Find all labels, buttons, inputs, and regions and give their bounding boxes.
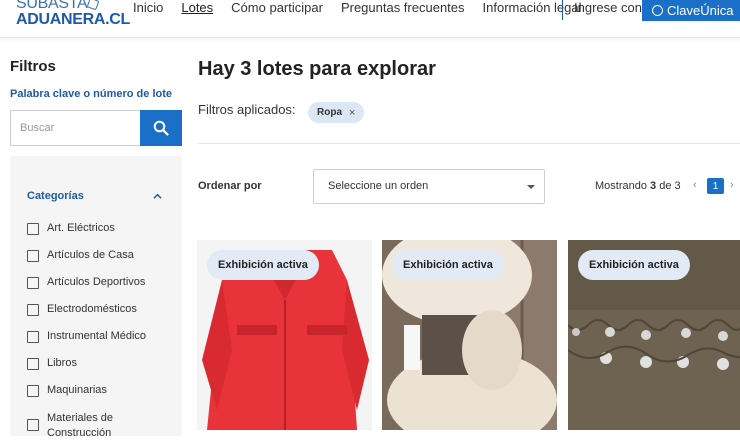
checkbox[interactable] <box>27 250 39 262</box>
checkbox[interactable] <box>27 304 39 316</box>
category-label: Artículos Deportivos <box>47 276 146 288</box>
lot-card[interactable]: Exhibición activa <box>382 240 557 430</box>
site-logo[interactable]: SUBASTA ADUANERA.CL <box>16 0 130 28</box>
showing-total: 3 <box>674 180 681 192</box>
category-item[interactable]: Instrumental Médico <box>27 330 146 357</box>
login-label: Ingrese con <box>574 0 642 15</box>
nav-preguntas-frecuentes[interactable]: Preguntas frecuentes <box>341 0 465 15</box>
checkbox[interactable] <box>27 277 39 289</box>
showing-count: 3 <box>650 180 657 192</box>
lot-card[interactable]: Exhibición activa <box>197 240 372 430</box>
search-button[interactable] <box>140 110 182 146</box>
sort-select-value: Seleccione un orden <box>328 180 429 192</box>
close-icon[interactable]: × <box>349 107 355 119</box>
search-input[interactable]: Buscar <box>10 110 140 146</box>
pagination-next[interactable]: › <box>730 179 734 191</box>
category-item[interactable]: Art. Eléctricos <box>27 222 146 249</box>
showing-prefix: Mostrando <box>595 180 647 192</box>
pagination-current-page[interactable]: 1 <box>707 178 724 194</box>
checkbox[interactable] <box>27 331 39 343</box>
category-label: Artículos de Casa <box>47 249 134 261</box>
category-item[interactable]: Maquinarias <box>27 384 146 411</box>
checkbox[interactable] <box>27 223 39 235</box>
chevron-down-icon <box>527 185 535 189</box>
category-item[interactable]: Materiales de Construcción <box>27 411 146 445</box>
checkbox[interactable] <box>27 385 39 397</box>
sort-select[interactable]: Seleccione un orden <box>313 169 545 204</box>
category-label: Instrumental Médico <box>47 330 147 342</box>
keyword-label: Palabra clave o número de lote <box>10 88 173 100</box>
applied-filters-label: Filtros aplicados: <box>198 102 296 117</box>
results-count: Mostrando 3 de 3 <box>595 180 681 192</box>
nav-divider <box>562 0 563 20</box>
lot-card[interactable]: Exhibición activa <box>568 240 740 430</box>
category-label: Materiales de Construcción <box>47 412 114 439</box>
category-label: Electrodomésticos <box>47 303 137 315</box>
showing-middle: de <box>659 180 672 192</box>
pagination-prev[interactable]: ‹ <box>693 179 697 191</box>
chevron-up-icon[interactable] <box>153 192 162 201</box>
logo-text-bottom: ADUANERA.CL <box>16 11 131 28</box>
site-header: SUBASTA ADUANERA.CL Inicio Lotes Cómo pa… <box>0 0 740 38</box>
exhibition-badge: Exhibición activa <box>207 250 319 280</box>
nav-como-participar[interactable]: Cómo participar <box>231 0 323 15</box>
claveunica-icon <box>652 5 663 16</box>
category-item[interactable]: Electrodomésticos <box>27 303 146 330</box>
checkbox[interactable] <box>27 419 39 431</box>
gavel-icon <box>86 0 100 11</box>
nav-informacion-legal[interactable]: Información legal <box>483 0 582 15</box>
exhibition-badge: Exhibición activa <box>392 250 504 280</box>
category-label: Art. Eléctricos <box>47 222 115 234</box>
claveunica-label: ClaveÚnica <box>667 3 734 18</box>
nav-lotes[interactable]: Lotes <box>181 0 213 15</box>
category-label: Maquinarias <box>47 384 107 396</box>
filters-title: Filtros <box>10 58 56 75</box>
categories-title[interactable]: Categorías <box>27 190 84 202</box>
category-list: Art. Eléctricos Artículos de Casa Artícu… <box>27 222 146 445</box>
filter-chip-ropa[interactable]: Ropa × <box>308 102 365 123</box>
category-item[interactable]: Artículos de Casa <box>27 249 146 276</box>
main-nav: Inicio Lotes Cómo participar Preguntas f… <box>133 0 600 15</box>
claveunica-login-button[interactable]: ClaveÚnica <box>642 0 740 21</box>
sort-label: Ordenar por <box>198 180 262 192</box>
nav-inicio[interactable]: Inicio <box>133 0 163 15</box>
category-item[interactable]: Artículos Deportivos <box>27 276 146 303</box>
exhibition-badge: Exhibición activa <box>578 250 690 280</box>
page-title: Hay 3 lotes para explorar <box>198 58 436 80</box>
checkbox[interactable] <box>27 358 39 370</box>
category-label: Libros <box>47 357 77 369</box>
category-item[interactable]: Libros <box>27 357 146 384</box>
search-icon <box>153 120 169 136</box>
categories-panel: Categorías Art. Eléctricos Artículos de … <box>10 156 182 439</box>
divider <box>198 143 740 144</box>
filter-chip-label: Ropa <box>317 107 342 118</box>
